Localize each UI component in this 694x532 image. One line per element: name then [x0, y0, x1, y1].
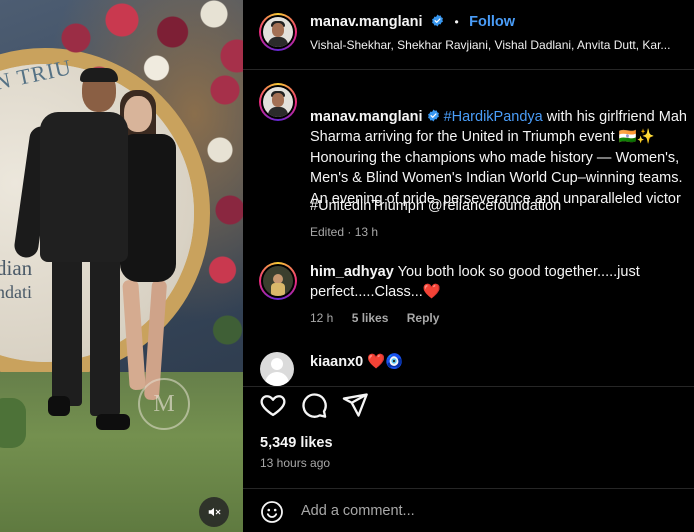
comment-actions: 12 h 5 likes Reply — [310, 311, 454, 325]
man-shoe — [48, 396, 70, 416]
comment-likes[interactable]: 5 likes — [352, 311, 389, 325]
watermark-logo: M — [138, 378, 190, 430]
post-media[interactable]: N TRIU dian ndati M — [0, 0, 243, 532]
separator-dot: • — [454, 15, 459, 29]
caption-avatar[interactable] — [259, 83, 297, 121]
post-header: manav.manglani • Follow Vishal-Shekhar, … — [243, 0, 694, 70]
caption-meta: Edited · 13 h — [310, 225, 379, 239]
woman-dress — [120, 134, 176, 282]
comment-input[interactable]: Add a comment... — [301, 503, 415, 519]
audio-credit[interactable]: Vishal-Shekhar, Shekhar Ravjiani, Vishal… — [310, 38, 694, 52]
add-comment-bar: Add a comment... — [243, 488, 694, 532]
man-leg — [52, 256, 82, 406]
woman-head — [124, 96, 152, 132]
emoji-icon[interactable] — [260, 500, 284, 524]
speaker-muted-icon — [208, 507, 221, 517]
comment-icon[interactable] — [300, 391, 328, 419]
man-shoe — [96, 414, 130, 430]
author-avatar[interactable] — [259, 13, 297, 51]
man-leg — [90, 256, 120, 416]
commenter-username[interactable]: kiaanx0 — [310, 354, 363, 370]
caption-hashtags[interactable]: #UnitedinTriumph @reliancefoundation — [310, 198, 561, 214]
reply-button[interactable]: Reply — [407, 311, 440, 325]
comment-body: kiaanx0 ❤️🧿 — [310, 352, 690, 372]
bush — [0, 398, 26, 448]
heart-icon[interactable] — [259, 391, 287, 419]
man-hair — [80, 68, 118, 82]
share-icon[interactable] — [341, 391, 369, 419]
verified-badge-icon — [432, 14, 443, 27]
flower-decor-side — [200, 60, 243, 360]
follow-button[interactable]: Follow — [469, 14, 515, 30]
likes-count[interactable]: 5,349 likes — [260, 435, 333, 451]
post-side-panel: manav.manglani • Follow Vishal-Shekhar, … — [243, 0, 694, 532]
post-timestamp[interactable]: 13 hours ago — [260, 456, 330, 470]
author-username[interactable]: manav.manglani — [310, 14, 423, 30]
commenter-username[interactable]: him_adhyay — [310, 264, 394, 280]
comment-time: 12 h — [310, 311, 334, 325]
man-suit — [40, 112, 128, 262]
comment-item: kiaanx0 ❤️🧿 — [259, 352, 694, 386]
post-caption: manav.manglani #HardikPandya with his gi… — [310, 86, 694, 209]
commenter-avatar[interactable] — [259, 262, 297, 300]
comment-item: him_adhyay You both look so good togethe… — [259, 262, 694, 332]
hashtag-link[interactable]: #HardikPandya — [444, 109, 543, 125]
commenter-avatar[interactable] — [260, 352, 294, 386]
banner-text-low: ndati — [0, 282, 32, 302]
comment-text: ❤️🧿 — [367, 354, 404, 370]
mute-button[interactable] — [199, 497, 229, 527]
comment-body: him_adhyay You both look so good togethe… — [310, 262, 690, 302]
banner-text-mid: dian — [0, 256, 33, 280]
verified-badge-icon — [427, 109, 439, 121]
caption-username[interactable]: manav.manglani — [310, 109, 423, 125]
